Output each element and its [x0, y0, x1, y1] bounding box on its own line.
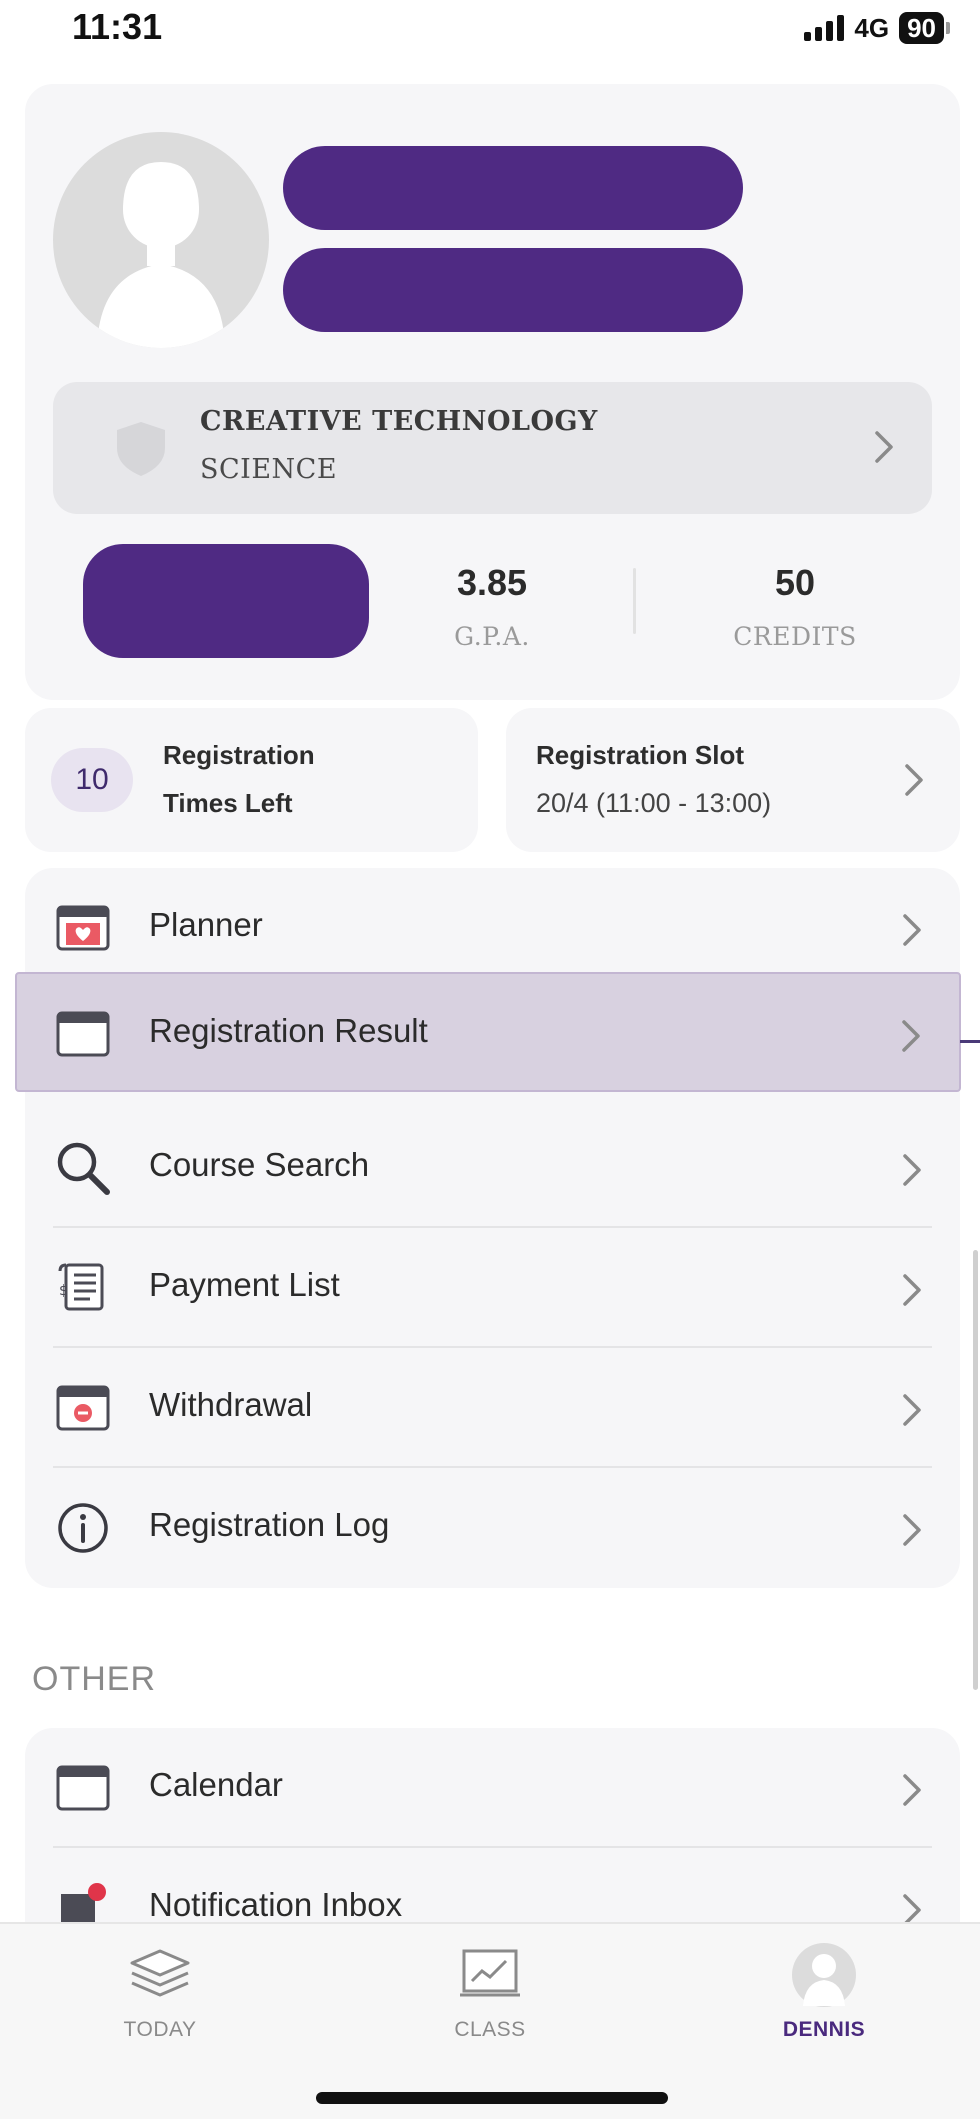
menu-item-label: Payment List — [149, 1266, 340, 1303]
menu-item-label: Withdrawal — [149, 1386, 313, 1423]
menu-item-payment-list[interactable]: $ Payment List — [25, 1228, 960, 1348]
tab-today[interactable]: TODAY — [60, 1942, 260, 2042]
tab-label: CLASS — [454, 2018, 526, 2041]
profile-card: CREATIVE TECHNOLOGY SCIENCE 3.85 G.P.A. … — [25, 84, 960, 700]
menu-item-label: Calendar — [149, 1766, 283, 1803]
menu-item-label: Planner — [149, 906, 263, 943]
tab-profile[interactable]: DENNIS — [724, 1942, 924, 2042]
faculty-title: CREATIVE TECHNOLOGY — [200, 406, 598, 437]
signal-icon — [804, 15, 845, 41]
person-silhouette-icon — [97, 162, 225, 348]
faculty-button[interactable]: CREATIVE TECHNOLOGY SCIENCE — [53, 382, 932, 514]
gpa-value: 3.85 — [456, 562, 528, 603]
battery-icon: 90 — [899, 12, 950, 44]
chevron-right-icon — [903, 914, 921, 946]
chevron-right-icon — [903, 1154, 921, 1186]
chevron-right-icon — [902, 1020, 920, 1052]
slot-title: Registration Slot — [536, 740, 745, 770]
receipt-icon: $ — [53, 1258, 113, 1318]
redacted-student-id — [83, 544, 369, 658]
menu-item-planner[interactable]: Planner — [25, 868, 960, 988]
redacted-surname — [283, 248, 743, 332]
registration-menu: Planner Registration Result Course Searc… — [15, 868, 961, 1588]
side-marker — [960, 1040, 980, 1043]
menu-item-registration-log[interactable]: Registration Log — [25, 1468, 960, 1588]
chevron-right-icon — [875, 431, 893, 463]
search-icon — [53, 1138, 113, 1198]
chevron-right-icon — [903, 1394, 921, 1426]
tab-label: DENNIS — [782, 2018, 866, 2041]
chevron-right-icon — [903, 1774, 921, 1806]
times-left-badge: 10 — [51, 748, 133, 812]
menu-item-calendar[interactable]: Calendar — [25, 1728, 960, 1848]
menu-item-label: Course Search — [149, 1146, 370, 1183]
credits-label: CREDITS — [733, 622, 857, 651]
credits-stat: 50 CREDITS — [675, 562, 915, 651]
credits-value: 50 — [774, 562, 816, 603]
svg-text:$: $ — [59, 1283, 68, 1299]
avatar-icon — [789, 1942, 859, 2008]
menu-item-registration-result[interactable]: Registration Result — [15, 972, 961, 1092]
status-indicators: 4G 90 — [804, 12, 950, 44]
network-type: 4G — [854, 12, 890, 43]
registration-slot-button[interactable]: Registration Slot 20/4 (11:00 - 13:00) — [506, 708, 960, 852]
chevron-right-icon — [903, 1274, 921, 1306]
status-time: 11:31 — [72, 6, 163, 47]
battery-level: 90 — [899, 12, 944, 44]
menu-item-label: Registration Result — [149, 1012, 428, 1049]
faculty-subtitle: SCIENCE — [200, 454, 338, 485]
calendar-icon — [53, 1758, 113, 1818]
slot-value: 20/4 (11:00 - 13:00) — [536, 788, 772, 818]
chevron-right-icon — [905, 764, 923, 796]
section-title-other: OTHER — [32, 1660, 156, 1698]
calendar-icon — [53, 1004, 113, 1064]
menu-item-label: Registration Log — [149, 1506, 390, 1543]
chart-board-icon — [455, 1942, 525, 2008]
tab-bar: TODAY CLASS DENNIS — [0, 1922, 980, 2119]
scrollbar[interactable] — [973, 1250, 978, 1690]
gpa-label: G.P.A. — [454, 622, 530, 651]
info-icon — [53, 1498, 113, 1558]
menu-item-label: Notification Inbox — [149, 1886, 403, 1923]
tab-label: TODAY — [123, 2018, 197, 2041]
times-left-label-line2: Times Left — [163, 788, 293, 818]
stat-divider — [633, 568, 636, 634]
shield-icon — [117, 422, 165, 476]
home-indicator[interactable] — [316, 2092, 668, 2104]
menu-item-withdrawal[interactable]: Withdrawal — [25, 1348, 960, 1468]
stack-icon — [125, 1942, 195, 2008]
withdrawal-icon — [53, 1378, 113, 1438]
planner-icon — [53, 898, 113, 958]
profile-avatar — [53, 132, 269, 348]
registration-times-card: 10 Registration Times Left — [25, 708, 478, 852]
chevron-right-icon — [903, 1514, 921, 1546]
menu-item-course-search[interactable]: Course Search — [25, 1108, 960, 1228]
status-bar: 11:31 4G 90 — [0, 0, 980, 60]
redacted-name — [283, 146, 743, 230]
gpa-stat: 3.85 G.P.A. — [372, 562, 612, 651]
tab-class[interactable]: CLASS — [390, 1942, 590, 2042]
times-left-label-line1: Registration — [163, 740, 315, 770]
